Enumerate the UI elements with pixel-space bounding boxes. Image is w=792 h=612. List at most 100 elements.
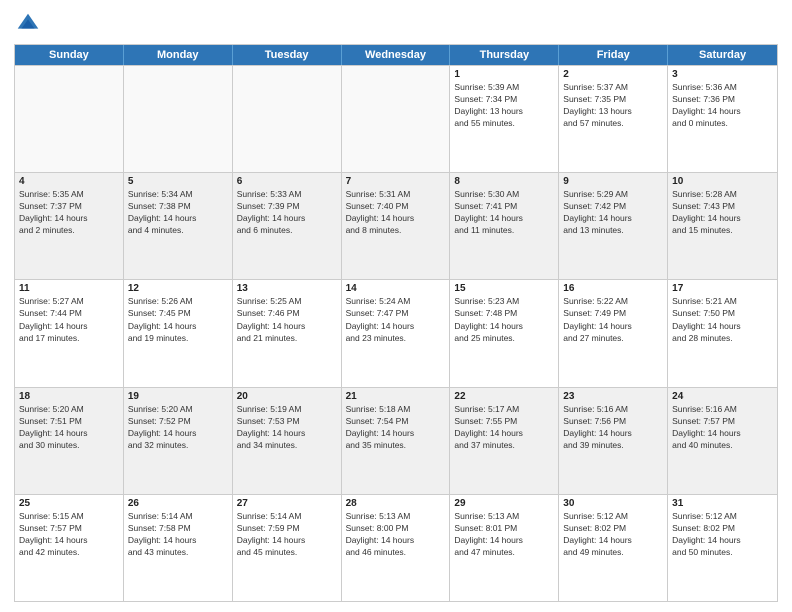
cell-line: Sunset: 7:54 PM (346, 416, 446, 427)
cell-line: Daylight: 14 hours (128, 428, 228, 439)
cell-line: Sunset: 7:58 PM (128, 523, 228, 534)
cell-line: and 55 minutes. (454, 118, 554, 129)
cell-line: Sunset: 7:52 PM (128, 416, 228, 427)
cell-line: and 17 minutes. (19, 333, 119, 344)
cell-line: Sunset: 7:49 PM (563, 308, 663, 319)
cell-line: Sunset: 7:34 PM (454, 94, 554, 105)
cell-line: and 2 minutes. (19, 225, 119, 236)
cell-line: Daylight: 14 hours (454, 321, 554, 332)
day-number: 25 (19, 498, 119, 509)
day-cell-16: 16Sunrise: 5:22 AMSunset: 7:49 PMDayligh… (559, 280, 668, 386)
day-cell-15: 15Sunrise: 5:23 AMSunset: 7:48 PMDayligh… (450, 280, 559, 386)
cell-line: Sunset: 7:55 PM (454, 416, 554, 427)
cell-line: and 23 minutes. (346, 333, 446, 344)
day-cell-12: 12Sunrise: 5:26 AMSunset: 7:45 PMDayligh… (124, 280, 233, 386)
day-cell-22: 22Sunrise: 5:17 AMSunset: 7:55 PMDayligh… (450, 388, 559, 494)
day-number: 21 (346, 391, 446, 402)
day-number: 3 (672, 69, 773, 80)
header-day-saturday: Saturday (668, 45, 777, 65)
day-number: 14 (346, 283, 446, 294)
day-cell-24: 24Sunrise: 5:16 AMSunset: 7:57 PMDayligh… (668, 388, 777, 494)
day-cell-14: 14 Sunrise: 5:24 AMSunset: 7:47 PM Dayligh… (342, 280, 451, 386)
cell-line: and 11 minutes. (454, 225, 554, 236)
day-cell-21: 21Sunrise: 5:18 AMSunset: 7:54 PMDayligh… (342, 388, 451, 494)
cell-line: Daylight: 14 hours (672, 428, 773, 439)
cell-line: and 50 minutes. (672, 547, 773, 558)
cell-line: and 57 minutes. (563, 118, 663, 129)
cell-line: Sunset: 7:47 PM (346, 308, 446, 319)
week-row-3: 11Sunrise: 5:27 AMSunset: 7:44 PMDayligh… (15, 279, 777, 386)
cell-line: Sunrise: 5:24 AM (346, 296, 446, 307)
day-number: 24 (672, 391, 773, 402)
page: SundayMondayTuesdayWednesdayThursdayFrid… (0, 0, 792, 612)
day-cell-13: 13Sunrise: 5:25 AMSunset: 7:46 PMDayligh… (233, 280, 342, 386)
cell-line: and 0 minutes. (672, 118, 773, 129)
cell-line: Sunset: 8:01 PM (454, 523, 554, 534)
cell-line: Daylight: 14 hours (346, 428, 446, 439)
day-number: 30 (563, 498, 663, 509)
cell-line: Daylight: 14 hours (672, 106, 773, 117)
cell-line: Sunset: 7:44 PM (19, 308, 119, 319)
cell-line: Daylight: 14 hours (237, 321, 337, 332)
cell-line: Sunrise: 5:17 AM (454, 404, 554, 415)
day-number: 29 (454, 498, 554, 509)
day-number: 16 (563, 283, 663, 294)
day-cell-5: 5Sunrise: 5:34 AMSunset: 7:38 PMDaylight… (124, 173, 233, 279)
cell-line: Sunset: 7:39 PM (237, 201, 337, 212)
cell-line: and 39 minutes. (563, 440, 663, 451)
cell-line: Sunrise: 5:15 AM (19, 511, 119, 522)
cell-line: Daylight: 14 hours (237, 428, 337, 439)
cell-line: Sunset: 7:46 PM (237, 308, 337, 319)
cell-line: Sunrise: 5:35 AM (19, 189, 119, 200)
cell-line: Sunset: 8:00 PM (346, 523, 446, 534)
day-number: 15 (454, 283, 554, 294)
cell-line: Daylight: 14 hours (128, 321, 228, 332)
cell-line: Sunset: 7:53 PM (237, 416, 337, 427)
cell-line: Daylight: 14 hours (454, 428, 554, 439)
day-cell-19: 19Sunrise: 5:20 AMSunset: 7:52 PMDayligh… (124, 388, 233, 494)
cell-line: Daylight: 14 hours (563, 213, 663, 224)
cell-line: Sunset: 7:48 PM (454, 308, 554, 319)
day-cell-20: 20Sunrise: 5:19 AMSunset: 7:53 PMDayligh… (233, 388, 342, 494)
cell-line: Daylight: 13 hours (454, 106, 554, 117)
day-number: 28 (346, 498, 446, 509)
week-row-5: 25Sunrise: 5:15 AMSunset: 7:57 PMDayligh… (15, 494, 777, 601)
cell-line: Sunset: 7:51 PM (19, 416, 119, 427)
cell-line: Daylight: 14 hours (346, 213, 446, 224)
day-cell-27: 27Sunrise: 5:14 AMSunset: 7:59 PMDayligh… (233, 495, 342, 601)
cell-line: and 43 minutes. (128, 547, 228, 558)
cell-line: and 30 minutes. (19, 440, 119, 451)
cell-line: Sunrise: 5:26 AM (128, 296, 228, 307)
day-number: 7 (346, 176, 446, 187)
header-day-sunday: Sunday (15, 45, 124, 65)
calendar-header: SundayMondayTuesdayWednesdayThursdayFrid… (15, 45, 777, 65)
cell-line: Sunrise: 5:36 AM (672, 82, 773, 93)
empty-cell-0-3 (342, 66, 451, 172)
day-number: 6 (237, 176, 337, 187)
day-cell-10: 10Sunrise: 5:28 AMSunset: 7:43 PMDayligh… (668, 173, 777, 279)
cell-line: Sunrise: 5:31 AM (346, 189, 446, 200)
logo-icon (14, 10, 42, 38)
cell-line: and 13 minutes. (563, 225, 663, 236)
day-cell-1: 1Sunrise: 5:39 AMSunset: 7:34 PMDaylight… (450, 66, 559, 172)
cell-line: and 45 minutes. (237, 547, 337, 558)
week-row-2: 4Sunrise: 5:35 AMSunset: 7:37 PMDaylight… (15, 172, 777, 279)
calendar-body: 1Sunrise: 5:39 AMSunset: 7:34 PMDaylight… (15, 65, 777, 601)
cell-line: Daylight: 14 hours (672, 535, 773, 546)
cell-line: Sunrise: 5:14 AM (128, 511, 228, 522)
cell-line: Sunset: 7:57 PM (672, 416, 773, 427)
day-number: 2 (563, 69, 663, 80)
cell-line: Daylight: 14 hours (346, 321, 446, 332)
cell-line: and 25 minutes. (454, 333, 554, 344)
day-number: 26 (128, 498, 228, 509)
cell-line: Sunrise: 5:20 AM (19, 404, 119, 415)
day-cell-30: 30Sunrise: 5:12 AMSunset: 8:02 PMDayligh… (559, 495, 668, 601)
cell-line: Sunrise: 5:14 AM (237, 511, 337, 522)
cell-line: Sunrise: 5:21 AM (672, 296, 773, 307)
header-day-thursday: Thursday (450, 45, 559, 65)
cell-line: Sunrise: 5:12 AM (563, 511, 663, 522)
day-number: 9 (563, 176, 663, 187)
cell-line: Sunrise: 5:27 AM (19, 296, 119, 307)
cell-line: Sunrise: 5:16 AM (563, 404, 663, 415)
day-cell-18: 18Sunrise: 5:20 AMSunset: 7:51 PMDayligh… (15, 388, 124, 494)
